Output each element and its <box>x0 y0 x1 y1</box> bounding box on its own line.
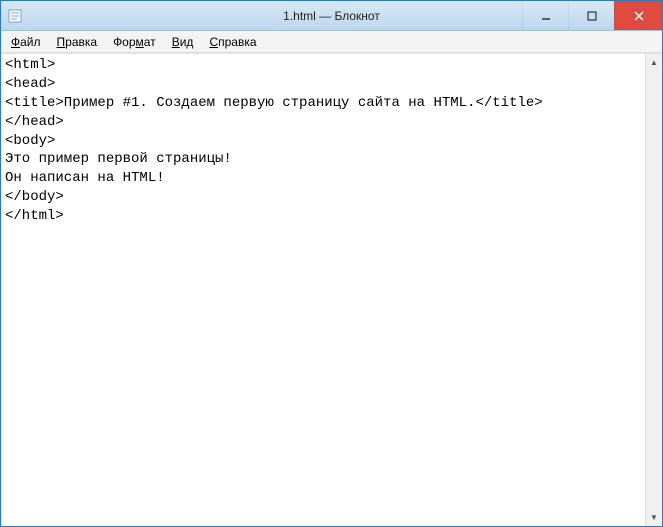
titlebar[interactable]: 1.html — Блокнот <box>1 1 662 31</box>
notepad-window: 1.html — Блокнот Файл Правка Формат Вид … <box>0 0 663 527</box>
vertical-scrollbar[interactable]: ▲ ▼ <box>645 54 662 526</box>
window-controls <box>522 1 662 30</box>
maximize-icon <box>587 11 597 21</box>
minimize-icon <box>541 11 551 21</box>
close-icon <box>634 11 644 21</box>
minimize-button[interactable] <box>522 1 568 30</box>
close-button[interactable] <box>614 1 662 30</box>
menubar: Файл Правка Формат Вид Справка <box>1 31 662 53</box>
scroll-down-arrow-icon[interactable]: ▼ <box>646 509 662 526</box>
menu-format[interactable]: Формат <box>105 33 164 51</box>
menu-help[interactable]: Справка <box>201 33 264 51</box>
app-icon <box>7 8 23 24</box>
menu-edit[interactable]: Правка <box>49 33 106 51</box>
editor-area: <html> <head> <title>Пример #1. Создаем … <box>1 53 662 526</box>
editor-content[interactable]: <html> <head> <title>Пример #1. Создаем … <box>5 56 662 226</box>
scroll-track[interactable] <box>646 71 662 509</box>
scroll-up-arrow-icon[interactable]: ▲ <box>646 54 662 71</box>
menu-view[interactable]: Вид <box>164 33 202 51</box>
maximize-button[interactable] <box>568 1 614 30</box>
menu-file[interactable]: Файл <box>3 33 49 51</box>
text-editor[interactable]: <html> <head> <title>Пример #1. Создаем … <box>1 54 662 526</box>
